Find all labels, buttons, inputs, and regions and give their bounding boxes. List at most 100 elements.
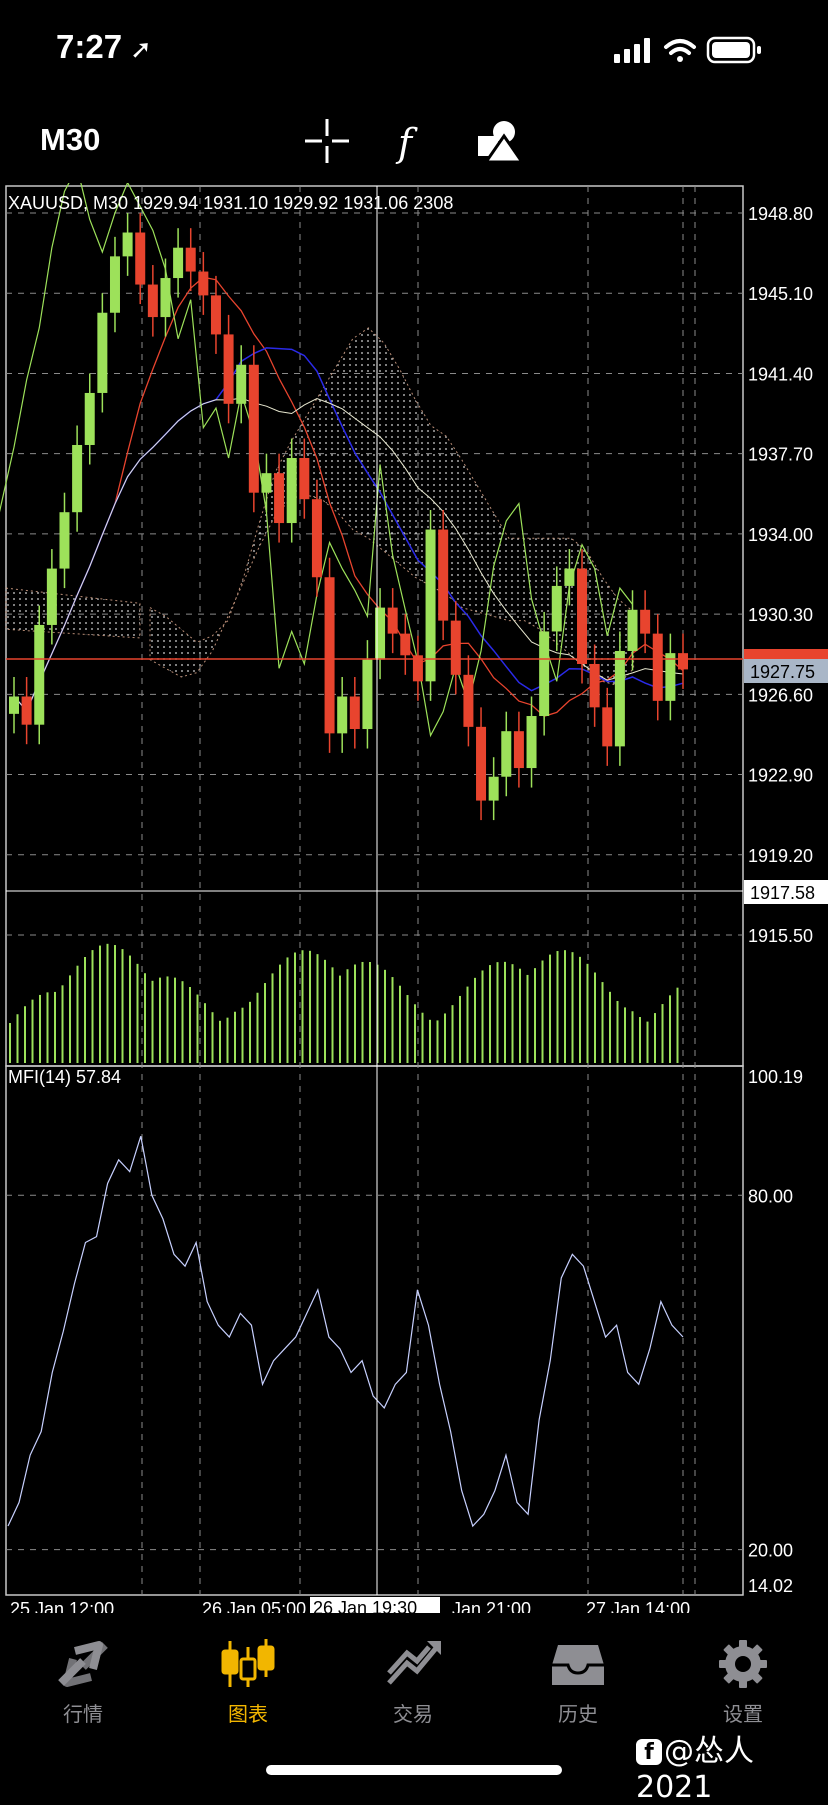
tab-trade[interactable]: 交易 — [358, 1637, 468, 1727]
quotes-icon — [58, 1641, 108, 1687]
crosshair-price-label: 1917.58 — [750, 883, 815, 903]
status-time: 7:27 — [56, 28, 123, 65]
objects-icon[interactable] — [474, 116, 524, 166]
gear-tooth — [719, 1660, 729, 1668]
gear-tooth — [739, 1640, 747, 1650]
chart-toolbar: M30 f — [0, 110, 828, 182]
candle-body — [589, 663, 600, 708]
status-icons — [614, 36, 761, 64]
gear-tooth — [739, 1678, 747, 1688]
price-tick-label: 1922.90 — [748, 766, 813, 786]
volume-bars — [9, 943, 679, 1063]
candle-body — [640, 609, 651, 634]
candle-body — [577, 568, 588, 664]
mfi-series-line — [7, 1136, 684, 1528]
candle-body — [539, 631, 550, 717]
candle-body — [185, 247, 196, 272]
candle-body — [337, 696, 348, 734]
price-tick-label: 1941.40 — [748, 364, 813, 384]
candle-body — [223, 334, 234, 404]
candle-body — [236, 364, 247, 404]
mfi-header: MFI(14) 57.84 — [8, 1067, 121, 1087]
location-arrow-icon: ➚ — [130, 34, 152, 64]
candle-body — [602, 707, 613, 747]
candle-body — [311, 499, 322, 578]
tab-quotes[interactable]: 行情 — [28, 1637, 138, 1727]
watermark: f @怂人2021 — [636, 1726, 828, 1805]
time-label: 27 Jan 14:00 — [586, 1599, 690, 1613]
candle-body — [299, 458, 310, 500]
candle-body — [21, 696, 32, 725]
candle-body — [501, 731, 512, 777]
price-tick-label: 1937.70 — [748, 445, 813, 465]
price-tick-label: 1926.60 — [748, 685, 813, 705]
tab-chart[interactable]: 图表 — [193, 1637, 303, 1727]
wifi-icon — [664, 39, 696, 62]
candle-body — [551, 585, 562, 632]
candle-body — [614, 650, 625, 747]
gear-icon — [719, 1640, 767, 1688]
price-tick-label: 1948.80 — [748, 204, 813, 224]
candle-body — [173, 247, 184, 279]
candle-body — [97, 312, 108, 393]
candle-body — [678, 653, 688, 670]
candle-body — [463, 674, 474, 727]
candle-body — [274, 473, 285, 524]
home-indicator — [266, 1765, 562, 1775]
crosshair-icon[interactable] — [302, 116, 352, 166]
candle-body — [248, 364, 259, 493]
chart-candles-icon — [221, 1639, 275, 1687]
candle-body — [9, 696, 19, 714]
candle-body — [198, 271, 209, 296]
candle-body — [84, 392, 95, 445]
candle-body — [210, 295, 221, 335]
status-bar: 7:27 ➚ — [0, 0, 828, 100]
price-tick-label: 1915.50 — [748, 926, 813, 946]
candle-body — [261, 473, 272, 493]
candle-body — [362, 659, 373, 730]
tab-label: 交易 — [393, 1702, 433, 1726]
function-icon[interactable]: f — [388, 116, 438, 166]
mfi-tick-label: 80.00 — [748, 1186, 793, 1206]
price-tick-label: 1930.30 — [748, 605, 813, 625]
gear-tooth — [757, 1660, 767, 1668]
cloud-area-left — [5, 587, 141, 639]
candle-body — [286, 458, 297, 524]
crosshair-time-label: 26 Jan 19:30 — [313, 1598, 417, 1613]
time-label: 25 Jan 12:00 — [10, 1599, 114, 1613]
history-icon — [552, 1645, 604, 1685]
candle-body — [526, 716, 537, 769]
candle-body — [387, 607, 398, 634]
candle-body — [135, 232, 146, 285]
trade-icon — [387, 1641, 441, 1685]
facebook-icon: f — [636, 1739, 662, 1765]
tab-history[interactable]: 历史 — [523, 1637, 633, 1727]
time-label: 26 Jan 05:00 — [202, 1599, 306, 1613]
candle-body — [400, 633, 411, 656]
tab-settings[interactable]: 设置 — [688, 1637, 798, 1727]
tab-label: 设置 — [723, 1702, 763, 1726]
mfi-line — [7, 1136, 684, 1528]
candle-body — [513, 731, 524, 769]
time-label: Jan 21:00 — [452, 1599, 531, 1613]
price-chart[interactable]: 1948.80 1945.10 1941.40 1937.70 1934.00 1930.… — [0, 183, 828, 1613]
mfi-tick-label: 100.19 — [748, 1067, 803, 1087]
tab-label: 图表 — [228, 1702, 268, 1726]
candle-body — [627, 609, 638, 651]
mfi-pane-frame — [5, 1065, 744, 1596]
timeframe-button[interactable]: M30 — [40, 122, 100, 158]
candle-body — [450, 620, 461, 675]
candle-body — [564, 568, 575, 586]
candle-body — [109, 256, 120, 313]
candle-body — [34, 624, 45, 725]
chart-canvas[interactable]: 1948.80 1945.10 1941.40 1937.70 1934.00 1930.… — [0, 183, 828, 1613]
mfi-tick-label: 14.02 — [748, 1576, 793, 1596]
battery-icon — [706, 36, 761, 64]
tab-label: 行情 — [63, 1702, 103, 1726]
candle-body — [349, 696, 360, 730]
candle-body — [438, 529, 449, 621]
candle-body — [324, 577, 335, 734]
mfi-tick-label: 20.00 — [748, 1541, 793, 1561]
current-price-label: 1927.75 — [750, 662, 815, 682]
candle-body — [160, 278, 171, 318]
